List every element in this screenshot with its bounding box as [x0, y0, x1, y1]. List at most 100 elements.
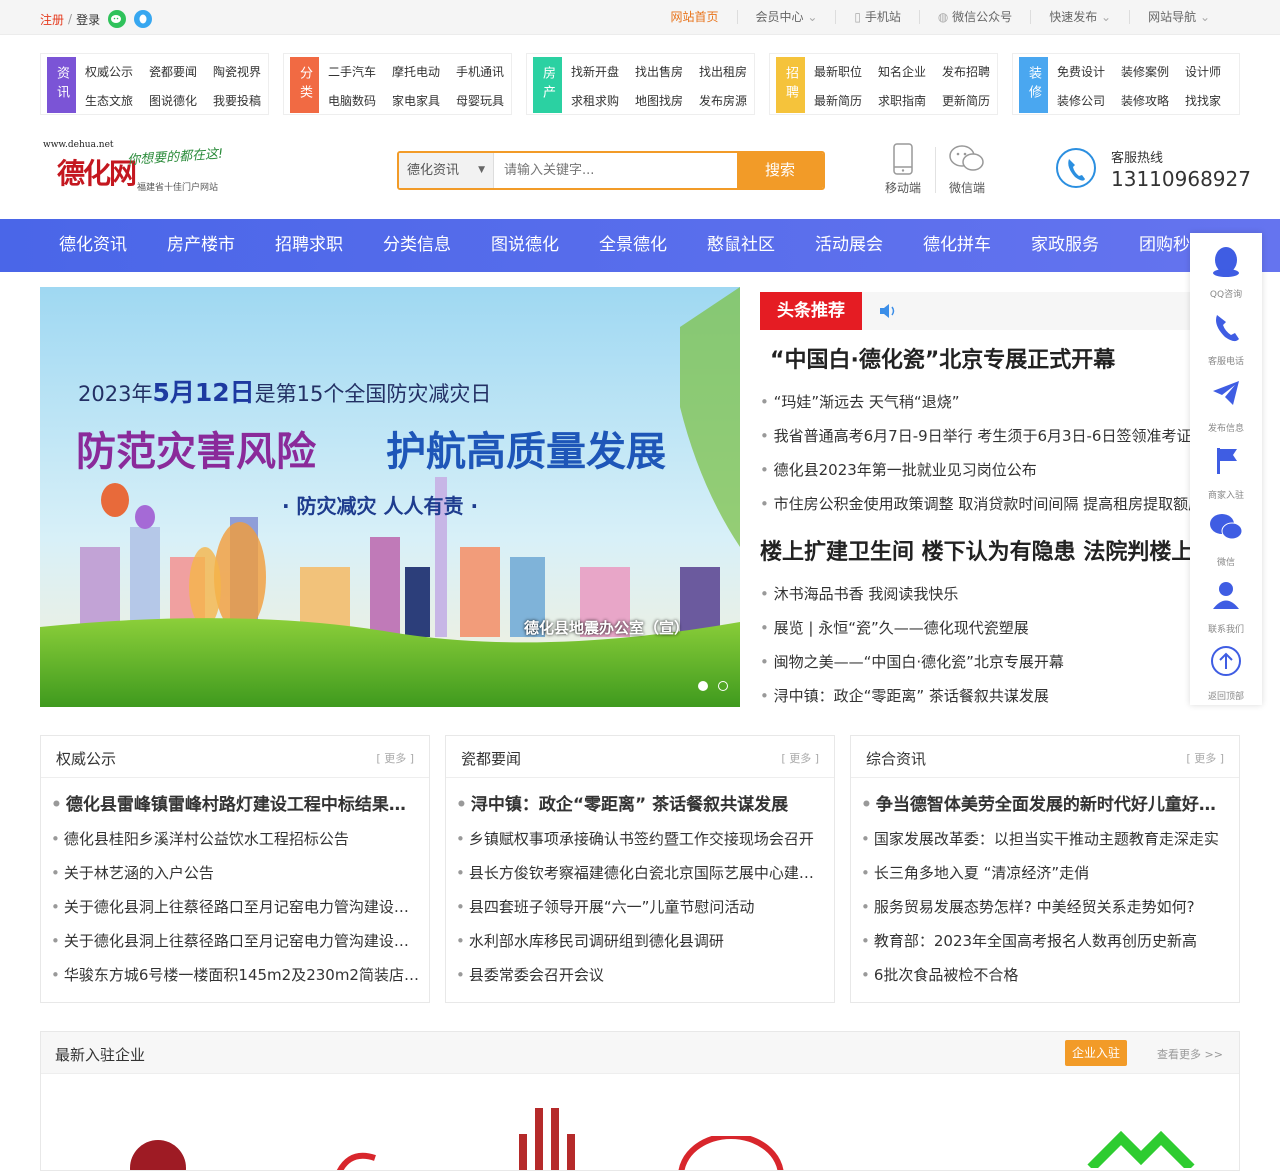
category-link[interactable]: 地图找房: [635, 92, 683, 109]
search-button[interactable]: 搜索: [737, 153, 823, 188]
register-link[interactable]: 注册: [40, 11, 64, 28]
category-link[interactable]: 求租求购: [571, 92, 619, 109]
enterprise-logo-3[interactable]: [511, 1104, 581, 1171]
category-link[interactable]: 母婴玩具: [456, 92, 504, 109]
hotline-number[interactable]: 13110968927: [1111, 167, 1251, 191]
category-link[interactable]: 我要投稿: [213, 92, 261, 109]
nav-item[interactable]: 憨鼠社区: [707, 219, 775, 272]
headline-item[interactable]: • 市住房公积金使用政策调整 取消贷款时间间隔 提高租房提取额度: [760, 493, 1190, 514]
category-link[interactable]: 免费设计: [1057, 63, 1105, 80]
headline-top-2[interactable]: 楼上扩建卫生间 楼下认为有隐患 法院判楼上恢复原状: [760, 534, 1190, 566]
qq-login-icon[interactable]: [134, 10, 153, 28]
category-link[interactable]: 知名企业: [878, 63, 926, 80]
nav-item[interactable]: 图说德化: [491, 219, 559, 272]
carousel-dot-active[interactable]: [698, 681, 708, 691]
category-link[interactable]: 生态文旅: [85, 92, 133, 109]
side-back-to-top[interactable]: 返回顶部: [1190, 639, 1262, 705]
side-qq[interactable]: QQ咨询: [1190, 237, 1262, 303]
news-item[interactable]: 关于林艺涵的入户公告: [51, 856, 421, 890]
nav-item[interactable]: 全景德化: [599, 219, 667, 272]
category-link[interactable]: 找找家: [1185, 92, 1221, 109]
headline-top-1[interactable]: “中国白·德化瓷”北京专展正式开幕: [770, 342, 1115, 374]
news-item[interactable]: 乡镇赋权事项承接确认书签约暨工作交接现场会召开: [456, 822, 826, 856]
headline-item[interactable]: • “玛娃”渐远去 天气稍“退烧”: [760, 391, 959, 412]
nav-item[interactable]: 活动展会: [815, 219, 883, 272]
category-link[interactable]: 装修案例: [1121, 63, 1169, 80]
category-link[interactable]: 最新简历: [814, 92, 862, 109]
news-item[interactable]: 关于德化县洞上往蔡径路口至月记窑电力管沟建设工程的公告: [51, 890, 421, 924]
category-link[interactable]: 发布招聘: [942, 63, 990, 80]
enterprise-logo-4[interactable]: [671, 1136, 791, 1171]
headline-item[interactable]: • 浔中镇：政企“零距离” 茶话餐叙共谋发展: [760, 685, 1049, 706]
side-publish[interactable]: 发布信息: [1190, 371, 1262, 437]
category-link[interactable]: 权威公示: [85, 63, 133, 80]
category-link[interactable]: 设计师: [1185, 63, 1221, 80]
news-item[interactable]: 县四套班子领导开展“六一”儿童节慰问活动: [456, 890, 826, 924]
enterprise-join-button[interactable]: 企业入驻: [1065, 1040, 1127, 1066]
nav-item[interactable]: 招聘求职: [275, 219, 343, 272]
news-item[interactable]: 6批次食品被检不合格: [861, 958, 1231, 992]
top-link-sitemap[interactable]: 网站导航 ⌄: [1129, 10, 1228, 24]
news-item[interactable]: 长三角多地入夏 “清凉经济”走俏: [861, 856, 1231, 890]
search-category-select[interactable]: 德化资讯 ▼: [399, 153, 494, 188]
login-link[interactable]: 登录: [76, 11, 100, 28]
wechat-login-icon[interactable]: [108, 10, 127, 28]
headline-item[interactable]: • 展览 | 永恒“瓷”久——德化现代瓷塑展: [760, 617, 1029, 638]
category-link[interactable]: 找新开盘: [571, 63, 619, 80]
more-link[interactable]: [ 更多 ]: [1186, 750, 1224, 766]
category-link[interactable]: 最新职位: [814, 63, 862, 80]
headline-item[interactable]: • 闽物之美——“中国白·德化瓷”北京专展开幕: [760, 651, 1064, 672]
carousel-dot[interactable]: [718, 681, 728, 691]
news-item[interactable]: 关于德化县洞上往蔡径路口至月记窑电力管沟建设工程的公示: [51, 924, 421, 958]
news-item[interactable]: 德化县桂阳乡溪洋村公益饮水工程招标公告: [51, 822, 421, 856]
news-item[interactable]: 水利部水库移民司调研组到德化县调研: [456, 924, 826, 958]
news-item[interactable]: 争当德智体美劳全面发展的新时代好儿童好少年: [861, 788, 1231, 822]
search-input[interactable]: [494, 153, 739, 188]
category-link[interactable]: 找出租房: [699, 63, 747, 80]
category-link[interactable]: 求职指南: [878, 92, 926, 109]
side-wechat[interactable]: 微信: [1190, 505, 1262, 571]
category-link[interactable]: 家电家具: [392, 92, 440, 109]
news-item[interactable]: 县长方俊钦考察福建德化白瓷北京国际艺展中心建设情况: [456, 856, 826, 890]
nav-item[interactable]: 德化拼车: [923, 219, 991, 272]
top-link-home[interactable]: 网站首页: [652, 10, 736, 24]
category-link[interactable]: 陶瓷视界: [213, 63, 261, 80]
nav-item[interactable]: 家政服务: [1031, 219, 1099, 272]
category-link[interactable]: 瓷都要闻: [149, 63, 197, 80]
enterprise-logo-2[interactable]: [325, 1138, 385, 1171]
top-link-member[interactable]: 会员中心 ⌄: [736, 10, 836, 24]
enterprise-logo-5[interactable]: [1081, 1128, 1201, 1168]
news-item[interactable]: 服务贸易发展态势怎样? 中美经贸关系走势如何?: [861, 890, 1231, 924]
category-link[interactable]: 图说德化: [149, 92, 197, 109]
nav-item[interactable]: 房产楼市: [167, 219, 235, 272]
headline-item[interactable]: • 沐书海品书香 我阅读我快乐: [760, 583, 958, 604]
category-link[interactable]: 电脑数码: [328, 92, 376, 109]
news-item[interactable]: 华骏东方城6号楼一楼面积145m2及230m2简装店面出租公告: [51, 958, 421, 992]
enterprise-logo-1[interactable]: [123, 1128, 193, 1171]
headline-item[interactable]: • 我省普通高考6月7日-9日举行 考生须于6月3日-6日签领准考证: [760, 425, 1190, 446]
side-merchant[interactable]: 商家入驻: [1190, 438, 1262, 504]
news-item[interactable]: 德化县雷峰镇雷峰村路灯建设工程中标结果公告: [51, 788, 421, 822]
side-contact[interactable]: 联系我们: [1190, 572, 1262, 638]
category-link[interactable]: 装修攻略: [1121, 92, 1169, 109]
nav-item[interactable]: 分类信息: [383, 219, 451, 272]
category-link[interactable]: 找出售房: [635, 63, 683, 80]
category-link[interactable]: 装修公司: [1057, 92, 1105, 109]
news-item[interactable]: 县委常委会召开会议: [456, 958, 826, 992]
top-link-publish[interactable]: 快速发布 ⌄: [1030, 10, 1129, 24]
category-link[interactable]: 更新简历: [942, 92, 990, 109]
banner-carousel[interactable]: 2023年5月12日是第15个全国防灾减灾日 防范灾害风险 护航高质量发展 · …: [40, 287, 740, 707]
site-logo[interactable]: www.dehua.net 德化网 你想要的都在这! 福建省十佳门户网站: [43, 140, 243, 200]
top-link-mobile[interactable]: ▯ 手机站: [835, 10, 918, 24]
category-link[interactable]: 手机通讯: [456, 63, 504, 80]
news-item[interactable]: 浔中镇：政企“零距离” 茶话餐叙共谋发展: [456, 788, 826, 822]
nav-item[interactable]: 德化资讯: [59, 219, 127, 272]
side-phone[interactable]: 客服电话: [1190, 304, 1262, 370]
wechat-end-link[interactable]: 微信端: [942, 143, 992, 196]
news-item[interactable]: 教育部：2023年全国高考报名人数再创历史新高: [861, 924, 1231, 958]
category-link[interactable]: 发布房源: [699, 92, 747, 109]
news-item[interactable]: 国家发展改革委：以担当实干推动主题教育走深走实: [861, 822, 1231, 856]
more-link[interactable]: [ 更多 ]: [376, 750, 414, 766]
top-link-wechat[interactable]: ◍ 微信公众号: [918, 10, 1030, 24]
enterprise-more-link[interactable]: 查看更多 >>: [1157, 1046, 1223, 1062]
